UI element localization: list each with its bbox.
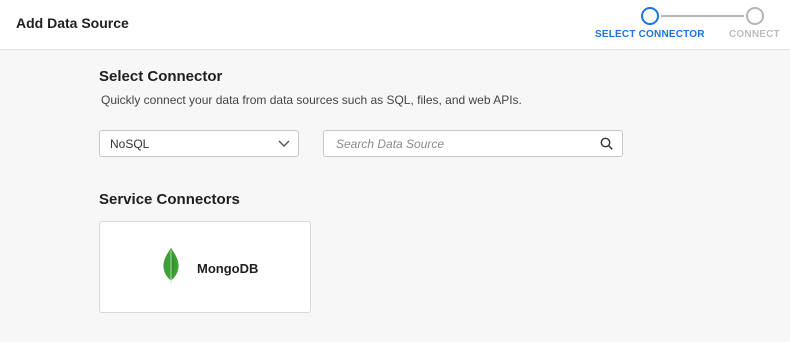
section-title: Select Connector [99,68,223,85]
chevron-down-icon [278,140,290,147]
search-icon[interactable] [600,137,613,150]
top-bar: Add Data Source SELECT CONNECTOR CONNECT [0,0,790,50]
step-2-label[interactable]: CONNECT [729,29,780,40]
connector-label: MongoDB [197,261,259,276]
search-box [323,130,623,157]
section-description: Quickly connect your data from data sour… [101,93,522,107]
search-input[interactable] [324,131,594,156]
dropdown-value: NoSQL [110,137,150,151]
step-1-label[interactable]: SELECT CONNECTOR [595,29,705,40]
step-connector-line [661,15,744,17]
connector-type-dropdown[interactable]: NoSQL [99,130,299,157]
step-1-indicator[interactable] [641,7,659,25]
stepper: SELECT CONNECTOR CONNECT [590,6,790,46]
page-title: Add Data Source [16,15,129,31]
service-connectors-heading: Service Connectors [99,191,240,208]
mongodb-leaf-icon [163,248,179,284]
connector-card-mongodb[interactable]: MongoDB [99,221,311,313]
step-2-indicator[interactable] [746,7,764,25]
